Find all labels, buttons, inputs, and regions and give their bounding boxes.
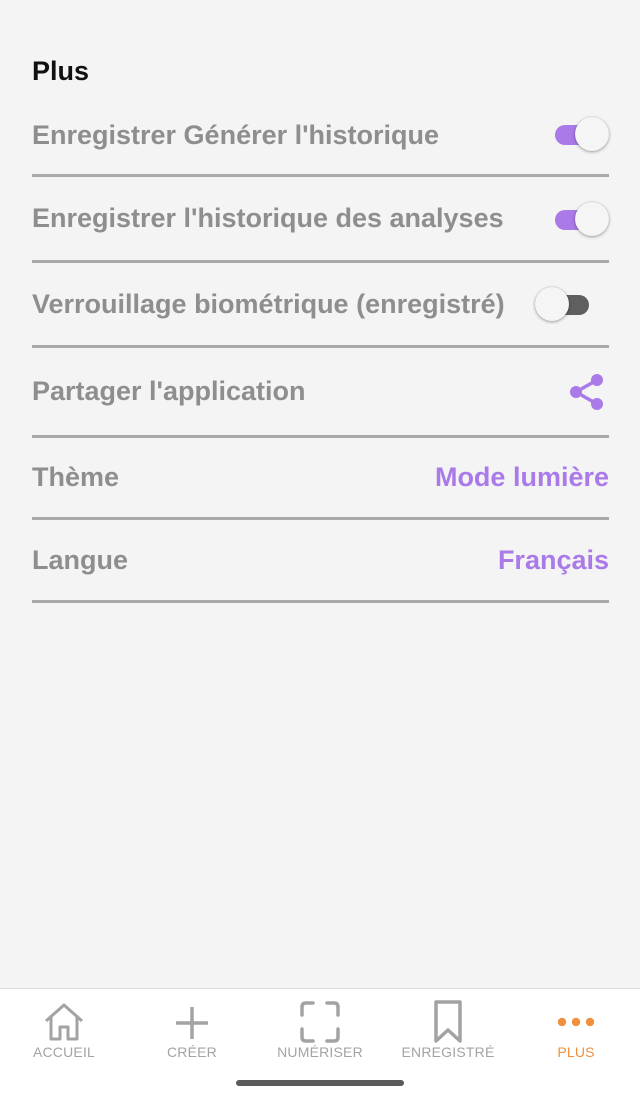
setting-row-share-app[interactable]: Partager l'application [32,348,609,438]
home-icon [45,1003,83,1041]
more-dots-icon [557,1017,595,1027]
nav-item-plus[interactable]: PLUS [512,989,640,1102]
page-title: Plus [32,56,90,86]
history-generate-toggle[interactable] [551,114,609,154]
nav-label: NUMÉRISER [277,1044,363,1060]
biometric-lock-toggle[interactable] [535,284,593,324]
language-value[interactable]: Français [498,545,609,576]
setting-row-theme[interactable]: Thème Mode lumière [32,438,609,520]
toggle-thumb [575,201,609,236]
plus-icon [176,1007,208,1039]
share-icon[interactable] [567,372,607,412]
nav-label: CRÉER [166,1044,217,1060]
bookmark-icon [434,1000,462,1043]
nav-label: ACCUEIL [32,1044,96,1060]
toggle-thumb [575,117,609,151]
setting-row-history-scan[interactable]: Enregistrer l'historique des analyses [32,177,609,263]
setting-label: Partager l'application [32,376,306,406]
nav-label: ENREGISTRÉ [401,1044,495,1060]
scan-icon [300,1001,340,1043]
setting-row-language[interactable]: Langue Français [32,520,609,603]
setting-label: Verrouillage biométrique (enregistré) [32,288,505,319]
nav-label: PLUS [557,1044,595,1060]
setting-label: Thème [32,462,120,492]
history-scan-toggle[interactable] [551,199,609,239]
setting-label: Langue [32,544,129,575]
nav-item-accueil[interactable]: ACCUEIL [0,989,128,1102]
screen: Plus Enregistrer Générer l'historique En… [0,0,640,1102]
theme-value[interactable]: Mode lumière [435,462,609,493]
toggle-thumb [535,287,569,321]
home-indicator[interactable] [236,1080,404,1086]
setting-row-history-generate[interactable]: Enregistrer Générer l'historique [32,96,609,177]
setting-label: Enregistrer Générer l'historique [32,119,440,150]
setting-label: Enregistrer l'historique des analyses [32,203,504,233]
settings-list: Enregistrer Générer l'historique Enregis… [32,96,609,603]
setting-row-biometric-lock[interactable]: Verrouillage biométrique (enregistré) [32,263,609,348]
